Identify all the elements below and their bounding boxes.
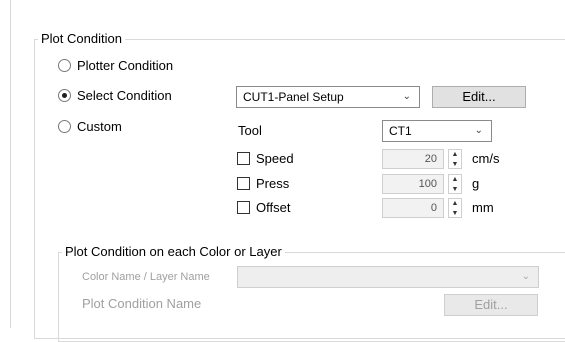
press-label: Press [256,176,290,191]
triangle-down-icon[interactable]: ▼ [449,209,461,219]
offset-unit: mm [472,200,494,215]
triangle-up-icon[interactable]: ▲ [449,150,461,160]
chevron-down-icon: ⌄ [402,91,411,102]
offset-input[interactable]: 0 [382,198,444,218]
press-checkbox[interactable] [237,177,250,190]
chevron-down-icon: ⌄ [474,125,483,136]
radio-custom-circle[interactable] [58,120,71,133]
offset-label: Offset [256,200,291,215]
press-spinner[interactable]: ▲ ▼ [448,174,462,194]
offset-spinner[interactable]: ▲ ▼ [448,198,462,218]
press-input[interactable]: 100 [382,174,444,194]
condition-name-label: Plot Condition Name [82,296,202,311]
triangle-up-icon[interactable]: ▲ [449,175,461,185]
triangle-down-icon[interactable]: ▼ [449,185,461,195]
window-left-edge [10,0,11,328]
speed-checkbox[interactable] [237,152,250,165]
tool-select-value: CT1 [389,124,412,138]
color-name-select[interactable]: ⌄ [237,266,539,288]
radio-custom[interactable]: Custom [58,119,188,135]
radio-custom-label: Custom [77,119,122,134]
tool-label: Tool [238,123,262,138]
color-name-label: Color Name / Layer Name [82,271,210,283]
edit-condition-button[interactable]: Edit... [432,86,526,108]
speed-spinner[interactable]: ▲ ▼ [448,149,462,169]
speed-input[interactable]: 20 [382,149,444,169]
tool-select[interactable]: CT1 ⌄ [382,120,492,142]
condition-select-value: CUT1-Panel Setup [243,90,344,104]
radio-select-condition-circle[interactable] [58,89,71,102]
triangle-down-icon[interactable]: ▼ [449,160,461,170]
radio-select-condition[interactable]: Select Condition [58,88,188,104]
speed-unit: cm/s [472,151,500,166]
radio-select-condition-label: Select Condition [77,88,172,103]
color-layer-title: Plot Condition on each Color or Layer [62,244,285,260]
radio-plotter-condition-label: Plotter Condition [77,58,174,73]
radio-plotter-condition-circle[interactable] [58,59,71,72]
condition-select[interactable]: CUT1-Panel Setup ⌄ [236,86,420,108]
edit-condition-name-button[interactable]: Edit... [444,294,538,316]
speed-label: Speed [256,151,294,166]
offset-checkbox[interactable] [237,201,250,214]
radio-plotter-condition[interactable]: Plotter Condition [58,58,188,74]
plot-condition-title: Plot Condition [38,31,125,47]
triangle-up-icon[interactable]: ▲ [449,199,461,209]
chevron-down-icon: ⌄ [521,271,530,282]
press-unit: g [472,176,480,191]
